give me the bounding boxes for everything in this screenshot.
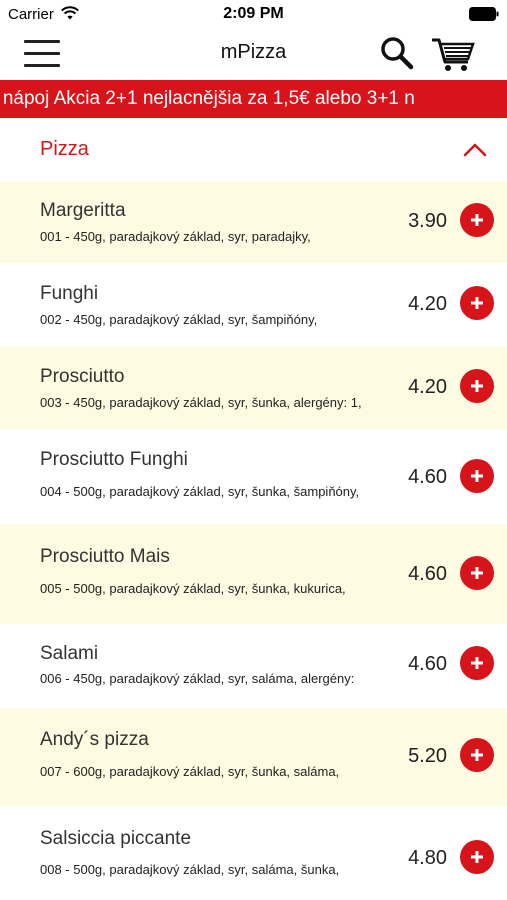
promo-ticker: o nápoj Akcia 2+1 nejlacnějšia za 1,5€ a… bbox=[0, 80, 507, 118]
product-row[interactable]: Funghi 002 - 450g, paradajkový základ, s… bbox=[0, 263, 507, 346]
promo-text: o nápoj Akcia 2+1 nejlacnějšia za 1,5€ a… bbox=[0, 88, 415, 109]
add-to-cart-button[interactable] bbox=[460, 738, 494, 772]
category-header[interactable]: Pizza bbox=[0, 118, 507, 181]
product-description: 004 - 500g, paradajkový základ, syr, šun… bbox=[40, 484, 360, 499]
plus-icon bbox=[471, 297, 483, 309]
product-row[interactable]: Prosciutto Funghi 004 - 500g, paradajkov… bbox=[0, 429, 507, 524]
product-description: 002 - 450g, paradajkový základ, syr, šam… bbox=[40, 312, 318, 327]
product-name: Margeritta bbox=[40, 200, 126, 221]
product-name: Funghi bbox=[40, 283, 99, 304]
add-to-cart-button[interactable] bbox=[460, 459, 494, 493]
product-price: 5.20 bbox=[408, 745, 447, 767]
menu-icon-line bbox=[24, 64, 60, 67]
plus-icon bbox=[471, 470, 483, 482]
product-price: 4.60 bbox=[408, 466, 447, 488]
product-description: 006 - 450g, paradajkový základ, syr, sal… bbox=[40, 671, 355, 686]
product-price: 4.60 bbox=[408, 563, 447, 585]
cart-icon[interactable] bbox=[430, 34, 476, 74]
chevron-up-icon[interactable] bbox=[462, 140, 488, 158]
add-to-cart-button[interactable] bbox=[460, 286, 494, 320]
product-price: 3.90 bbox=[408, 210, 447, 232]
plus-icon bbox=[471, 214, 483, 226]
product-description: 005 - 500g, paradajkový základ, syr, šun… bbox=[40, 581, 346, 596]
add-to-cart-button[interactable] bbox=[460, 840, 494, 874]
status-bar: Carrier 2:09 PM bbox=[0, 0, 507, 28]
plus-icon bbox=[471, 851, 483, 863]
product-row[interactable]: Salsiccia piccante 008 - 500g, paradajko… bbox=[0, 806, 507, 900]
product-list: Margeritta 001 - 450g, paradajkový zákla… bbox=[0, 181, 507, 900]
add-to-cart-button[interactable] bbox=[460, 556, 494, 590]
product-row[interactable]: Salami 006 - 450g, paradajkový základ, s… bbox=[0, 624, 507, 708]
product-name: Salsiccia piccante bbox=[40, 828, 192, 849]
product-row[interactable]: Prosciutto Mais 005 - 500g, paradajkový … bbox=[0, 524, 507, 624]
product-price: 4.20 bbox=[408, 376, 447, 398]
product-description: 007 - 600g, paradajkový základ, syr, šun… bbox=[40, 764, 340, 779]
product-row[interactable]: Margeritta 001 - 450g, paradajkový zákla… bbox=[0, 181, 507, 263]
nav-bar: mPizza bbox=[0, 28, 507, 80]
plus-icon bbox=[471, 657, 483, 669]
category-title: Pizza bbox=[40, 138, 89, 160]
add-to-cart-button[interactable] bbox=[460, 646, 494, 680]
product-description: 001 - 450g, paradajkový základ, syr, par… bbox=[40, 229, 311, 244]
product-row[interactable]: Andy´s pizza 007 - 600g, paradajkový zák… bbox=[0, 708, 507, 806]
product-row[interactable]: Prosciutto 003 - 450g, paradajkový zákla… bbox=[0, 346, 507, 429]
add-to-cart-button[interactable] bbox=[460, 203, 494, 237]
product-price: 4.80 bbox=[408, 847, 447, 869]
product-price: 4.20 bbox=[408, 293, 447, 315]
add-to-cart-button[interactable] bbox=[460, 369, 494, 403]
battery-icon bbox=[469, 7, 499, 21]
plus-icon bbox=[471, 380, 483, 392]
product-name: Salami bbox=[40, 643, 99, 664]
plus-icon bbox=[471, 567, 483, 579]
product-description: 008 - 500g, paradajkový základ, syr, sal… bbox=[40, 862, 340, 877]
plus-icon bbox=[471, 749, 483, 761]
clock: 2:09 PM bbox=[223, 5, 284, 22]
product-name: Prosciutto Funghi bbox=[40, 449, 188, 470]
product-name: Andy´s pizza bbox=[40, 729, 149, 750]
product-price: 4.60 bbox=[408, 653, 447, 675]
product-name: Prosciutto bbox=[40, 366, 125, 387]
search-icon[interactable] bbox=[378, 34, 416, 72]
product-name: Prosciutto Mais bbox=[40, 546, 170, 567]
product-description: 003 - 450g, paradajkový základ, syr, šun… bbox=[40, 395, 362, 410]
